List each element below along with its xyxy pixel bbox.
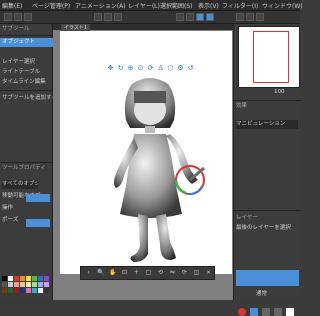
settings-icon[interactable]: ⚙: [177, 65, 184, 72]
property-row[interactable]: 操作: [2, 204, 13, 213]
layer-icon[interactable]: [250, 308, 258, 316]
navigator-preview[interactable]: [238, 26, 300, 88]
toolbar-button[interactable]: [4, 13, 12, 21]
hand-icon[interactable]: ✋: [109, 269, 116, 276]
canvas-tab-bar: イラスト1: [53, 24, 233, 31]
menu-filter[interactable]: フィルター(I): [222, 1, 258, 10]
property-row[interactable]: すべてのオブジェクト: [2, 180, 38, 189]
canvas-navigation-bar: ‹ 🔍 ✋ ⊡ ＋ □ ⟲ ⇋ ⟳ ◫ ×: [80, 266, 215, 280]
pose-manipulation-label[interactable]: マニピュレーション: [236, 120, 298, 129]
pose-icon[interactable]: ♙: [157, 65, 164, 72]
add-subtool-link[interactable]: サブツールを追加する: [2, 94, 57, 103]
subtool-object[interactable]: オブジェクト: [0, 38, 54, 47]
canvas-paper[interactable]: ✥ ↻ ⊕ ⊙ ⟳ ♙ ⬡ ⚙ ↺: [60, 31, 232, 274]
subtool-timeline-edit[interactable]: タイムライン編集: [2, 78, 46, 87]
color-palette[interactable]: [0, 250, 52, 300]
rotate-right-icon[interactable]: ⟳: [181, 269, 188, 276]
zoom-in-icon[interactable]: ＋: [133, 269, 140, 276]
actual-size-icon[interactable]: □: [145, 269, 152, 276]
toolbar-button[interactable]: [104, 13, 112, 21]
layer-row[interactable]: 最後のレイヤーを選択: [236, 224, 291, 233]
subtool-layer-select[interactable]: レイヤー選択: [2, 58, 35, 67]
flip-icon[interactable]: ⇋: [169, 269, 176, 276]
rotate-object-icon[interactable]: ⟳: [147, 65, 154, 72]
layer-icon[interactable]: [262, 308, 270, 316]
tool-property-header: ツールプロパティ: [2, 165, 46, 171]
rotation-ring-blue: [187, 185, 203, 196]
menu-edit[interactable]: 編集(E): [2, 1, 22, 10]
pan-icon[interactable]: ⊕: [127, 65, 134, 72]
fit-icon[interactable]: ⊡: [121, 269, 128, 276]
menu-window[interactable]: ウィンドウ(W): [262, 1, 303, 10]
right-panel: 100 効果 マニピュレーション レイヤー 最後のレイヤーを選択 通常: [233, 24, 301, 316]
menu-animation[interactable]: アニメーション(A): [75, 1, 126, 10]
navigator-zoom[interactable]: 100: [274, 88, 285, 97]
toolbar-button[interactable]: [176, 13, 184, 21]
figure-right-leg: [156, 214, 176, 260]
pen-tool-button[interactable]: [206, 13, 214, 21]
3d-figure[interactable]: [90, 76, 210, 266]
property-toggle[interactable]: [26, 194, 50, 202]
property-header: 効果: [236, 103, 248, 109]
toolbar-button[interactable]: [114, 13, 122, 21]
previous-icon[interactable]: ‹: [85, 269, 92, 276]
close-icon[interactable]: ×: [205, 269, 212, 276]
blend-mode[interactable]: 通常: [256, 290, 267, 299]
subtool-light-table[interactable]: ライトテーブル: [2, 68, 40, 77]
toolbar-button[interactable]: [94, 13, 102, 21]
left-panel: サブツール オブジェクト レイヤー選択 ライトテーブル タイムライン編集 サブツ…: [0, 24, 57, 300]
layer-header: レイヤー: [236, 215, 258, 221]
toolbar-button[interactable]: [24, 13, 32, 21]
move-camera-icon[interactable]: ✥: [107, 65, 114, 72]
preset-icon[interactable]: ⬡: [167, 65, 174, 72]
selected-layer[interactable]: [236, 270, 299, 286]
toolbar-button[interactable]: [236, 13, 244, 21]
figure-bangs: [134, 91, 166, 103]
menu-selection[interactable]: 選択範囲(S): [160, 1, 193, 10]
pen-tool-button[interactable]: [196, 13, 204, 21]
rotate-camera-icon[interactable]: ↻: [117, 65, 124, 72]
reset-icon[interactable]: ↺: [187, 65, 194, 72]
document-tab[interactable]: イラスト1: [61, 24, 91, 31]
toolbar-button[interactable]: [256, 13, 264, 21]
menu-page-management[interactable]: ページ管理(P): [32, 1, 70, 10]
zoom-out-icon[interactable]: 🔍: [97, 269, 104, 276]
figure-left-leg: [130, 214, 148, 262]
zoom-icon[interactable]: ⊙: [137, 65, 144, 72]
toolbar-button[interactable]: [186, 13, 194, 21]
layer-icon[interactable]: [286, 308, 294, 316]
toolbar-button[interactable]: [246, 13, 254, 21]
menu-view[interactable]: 表示(V): [198, 1, 219, 10]
record-icon[interactable]: [238, 308, 246, 316]
rotate-icon[interactable]: ⟲: [157, 269, 164, 276]
subtool-header: サブツール: [2, 26, 30, 32]
menu-layer[interactable]: レイヤー(L): [128, 1, 160, 10]
command-bar: [0, 11, 300, 24]
property-row[interactable]: ポーズ: [2, 216, 18, 225]
mirror-icon[interactable]: ◫: [193, 269, 200, 276]
object-launcher: ✥ ↻ ⊕ ⊙ ⟳ ♙ ⬡ ⚙ ↺: [107, 65, 194, 73]
rotation-ring-green: [174, 179, 187, 195]
property-toggle[interactable]: [26, 219, 50, 227]
menu-bar: 編集(E) ページ管理(P) アニメーション(A) レイヤー(L) 選択範囲(S…: [0, 0, 303, 11]
toolbar-button[interactable]: [14, 13, 22, 21]
layer-icon[interactable]: [274, 308, 282, 316]
